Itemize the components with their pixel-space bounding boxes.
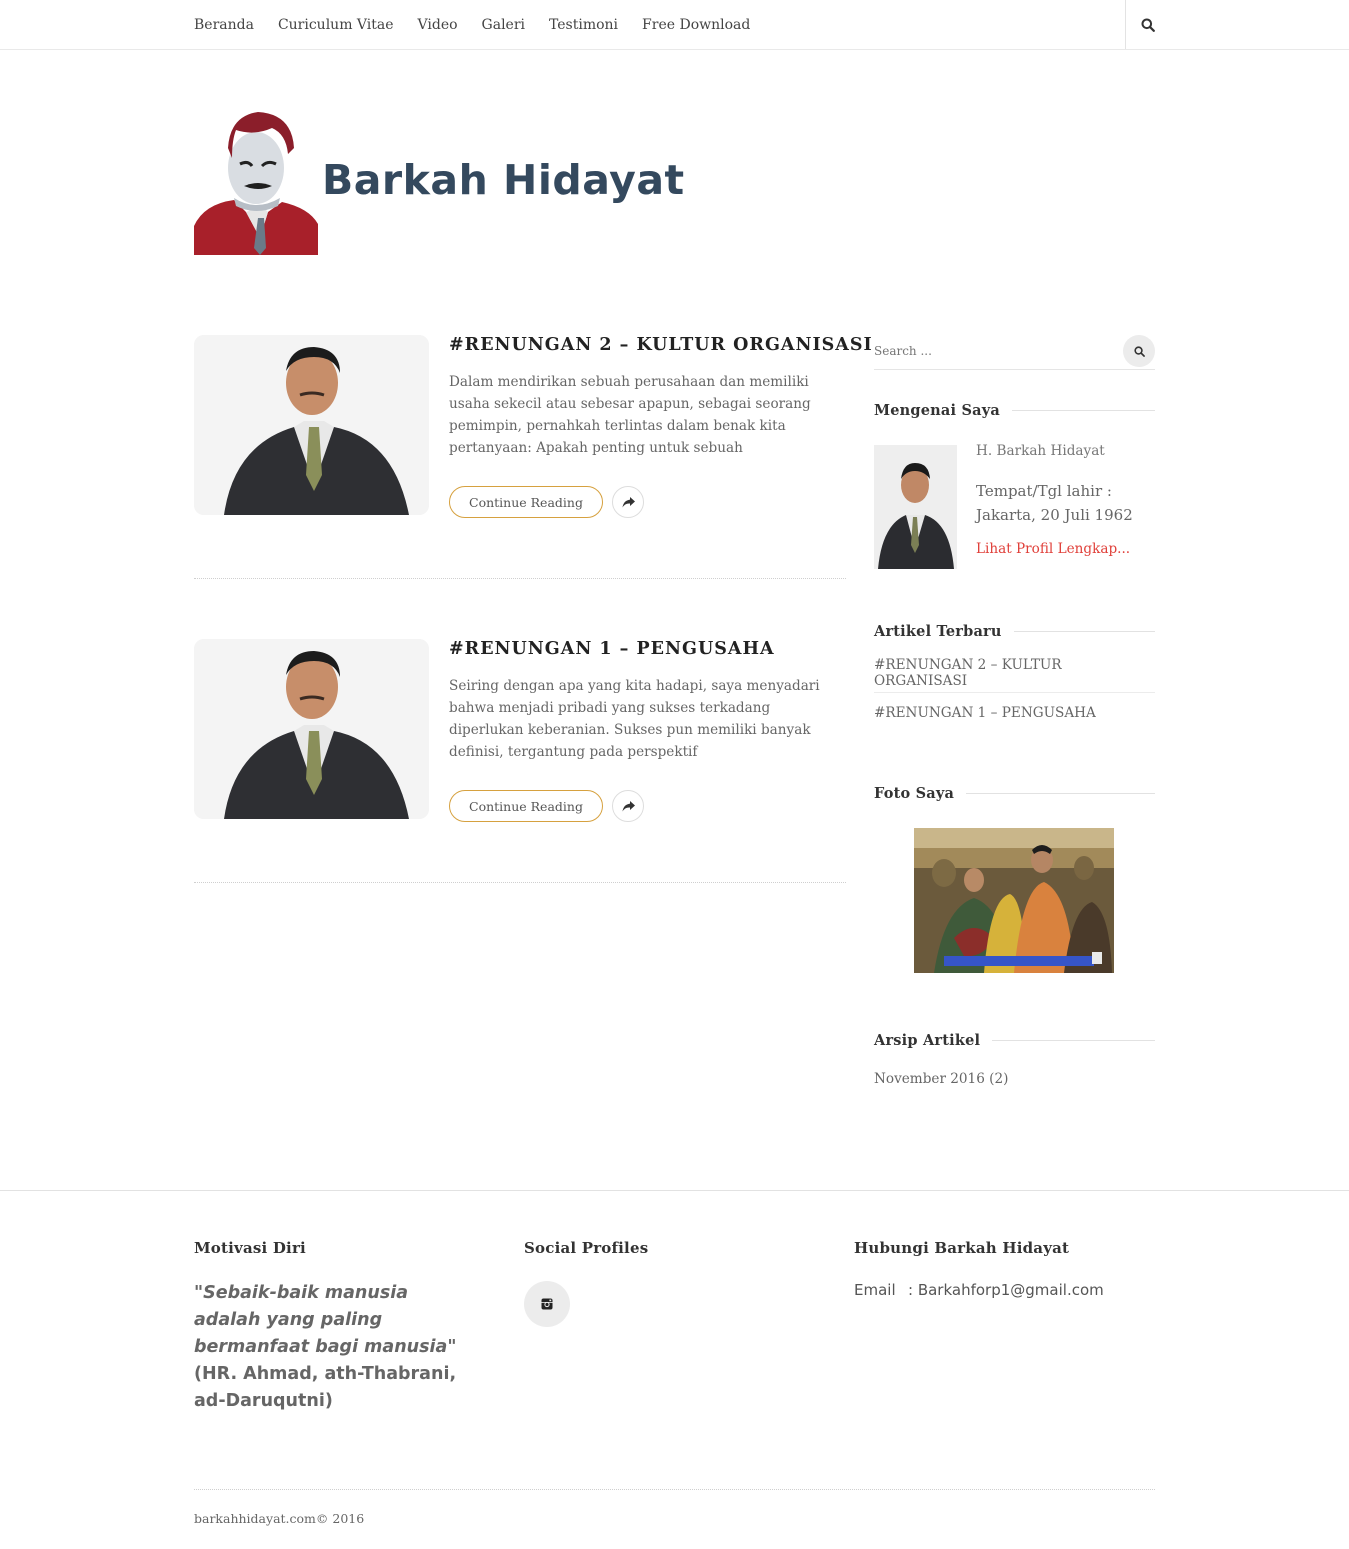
post-excerpt: Dalam mendirikan sebuah perusahaan dan m… (449, 374, 811, 456)
full-profile-link[interactable]: Lihat Profil Lengkap... (976, 541, 1130, 557)
widget-title-text: Mengenai Saya (874, 401, 1000, 419)
about-birth-info: Tempat/Tgl lahir : Jakarta, 20 Juli 1962 (976, 482, 1133, 524)
footer-title-motivation: Motivasi Diri (194, 1239, 306, 1257)
widget-title-text: Arsip Artikel (874, 1031, 981, 1049)
site-logo[interactable]: Barkah Hidayat (194, 108, 684, 258)
footer-title-social: Social Profiles (524, 1239, 649, 1257)
contact-email-label: Email (854, 1281, 896, 1299)
share-icon (622, 496, 635, 507)
share-button[interactable] (612, 486, 644, 518)
featured-photo[interactable] (914, 828, 1114, 973)
widget-title-text: Foto Saya (874, 784, 955, 802)
nav-item-free-download[interactable]: Free Download (642, 17, 750, 33)
nav-item-beranda[interactable]: Beranda (194, 17, 254, 33)
post-thumbnail[interactable] (194, 639, 429, 819)
post-title[interactable]: #RENUNGAN 2 – KULTUR ORGANISASI (449, 335, 873, 355)
quote-source: (HR. Ahmad, ath-Thabrani, ad-Daruqutni) (194, 1364, 457, 1411)
contact-email-value[interactable]: : Barkahforp1@gmail.com (908, 1281, 1104, 1299)
post-excerpt: Seiring dengan apa yang kita hadapi, say… (449, 678, 820, 760)
widget-title-archive: Arsip Artikel (874, 1030, 1155, 1050)
continue-reading-button[interactable]: Continue Reading (449, 790, 603, 822)
sidebar-search-button[interactable] (1123, 335, 1155, 367)
logo-portrait-image (194, 108, 318, 255)
post-thumbnail[interactable] (194, 335, 429, 515)
recent-post-link[interactable]: #RENUNGAN 2 – KULTUR ORGANISASI (874, 653, 1155, 693)
share-button[interactable] (612, 790, 644, 822)
sidebar-search-form (874, 334, 1155, 370)
search-icon (1141, 18, 1155, 32)
widget-title-about: Mengenai Saya (874, 400, 1155, 420)
copyright-text: barkahhidayat.com© 2016 (194, 1511, 365, 1526)
quote-text: "Sebaik-baik manusia adalah yang paling … (194, 1283, 457, 1357)
main-menu: Beranda Curiculum Vitae Video Galeri Tes… (194, 0, 750, 50)
about-name: H. Barkah Hidayat (976, 443, 1105, 459)
footer-divider (194, 1489, 1155, 1490)
share-icon (622, 800, 635, 811)
top-navigation: Beranda Curiculum Vitae Video Galeri Tes… (0, 0, 1349, 50)
widget-title-text: Artikel Terbaru (874, 622, 1002, 640)
about-photo (874, 445, 957, 569)
post-thumbnail-image (194, 639, 429, 819)
motivation-quote: "Sebaik-baik manusia adalah yang paling … (194, 1280, 464, 1415)
post-card: #RENUNGAN 1 – PENGUSAHA Seiring dengan a… (194, 639, 846, 883)
search-icon (1133, 345, 1145, 357)
site-title: Barkah Hidayat (322, 156, 685, 204)
nav-item-testimoni[interactable]: Testimoni (549, 17, 618, 33)
header-search-button[interactable] (1125, 0, 1169, 49)
nav-item-curiculum-vitae[interactable]: Curiculum Vitae (278, 17, 394, 33)
post-title[interactable]: #RENUNGAN 1 – PENGUSAHA (449, 639, 775, 659)
recent-post-link[interactable]: #RENUNGAN 1 – PENGUSAHA (874, 693, 1155, 733)
continue-reading-button[interactable]: Continue Reading (449, 486, 603, 518)
post-card: #RENUNGAN 2 – KULTUR ORGANISASI Dalam me… (194, 335, 872, 579)
post-thumbnail-image (194, 335, 429, 515)
site-footer: Motivasi Diri "Sebaik-baik manusia adala… (0, 1190, 1349, 1549)
widget-title-photo: Foto Saya (874, 783, 1155, 803)
instagram-button[interactable] (524, 1281, 570, 1327)
sidebar-search-input[interactable] (874, 338, 1114, 364)
instagram-icon (541, 1298, 553, 1310)
nav-item-video[interactable]: Video (418, 17, 458, 33)
archive-link[interactable]: November 2016 (2) (874, 1071, 1008, 1087)
nav-item-galeri[interactable]: Galeri (482, 17, 525, 33)
footer-title-contact: Hubungi Barkah Hidayat (854, 1239, 1070, 1257)
widget-title-recent: Artikel Terbaru (874, 621, 1155, 641)
contact-email: Email : Barkahforp1@gmail.com (854, 1281, 1104, 1299)
